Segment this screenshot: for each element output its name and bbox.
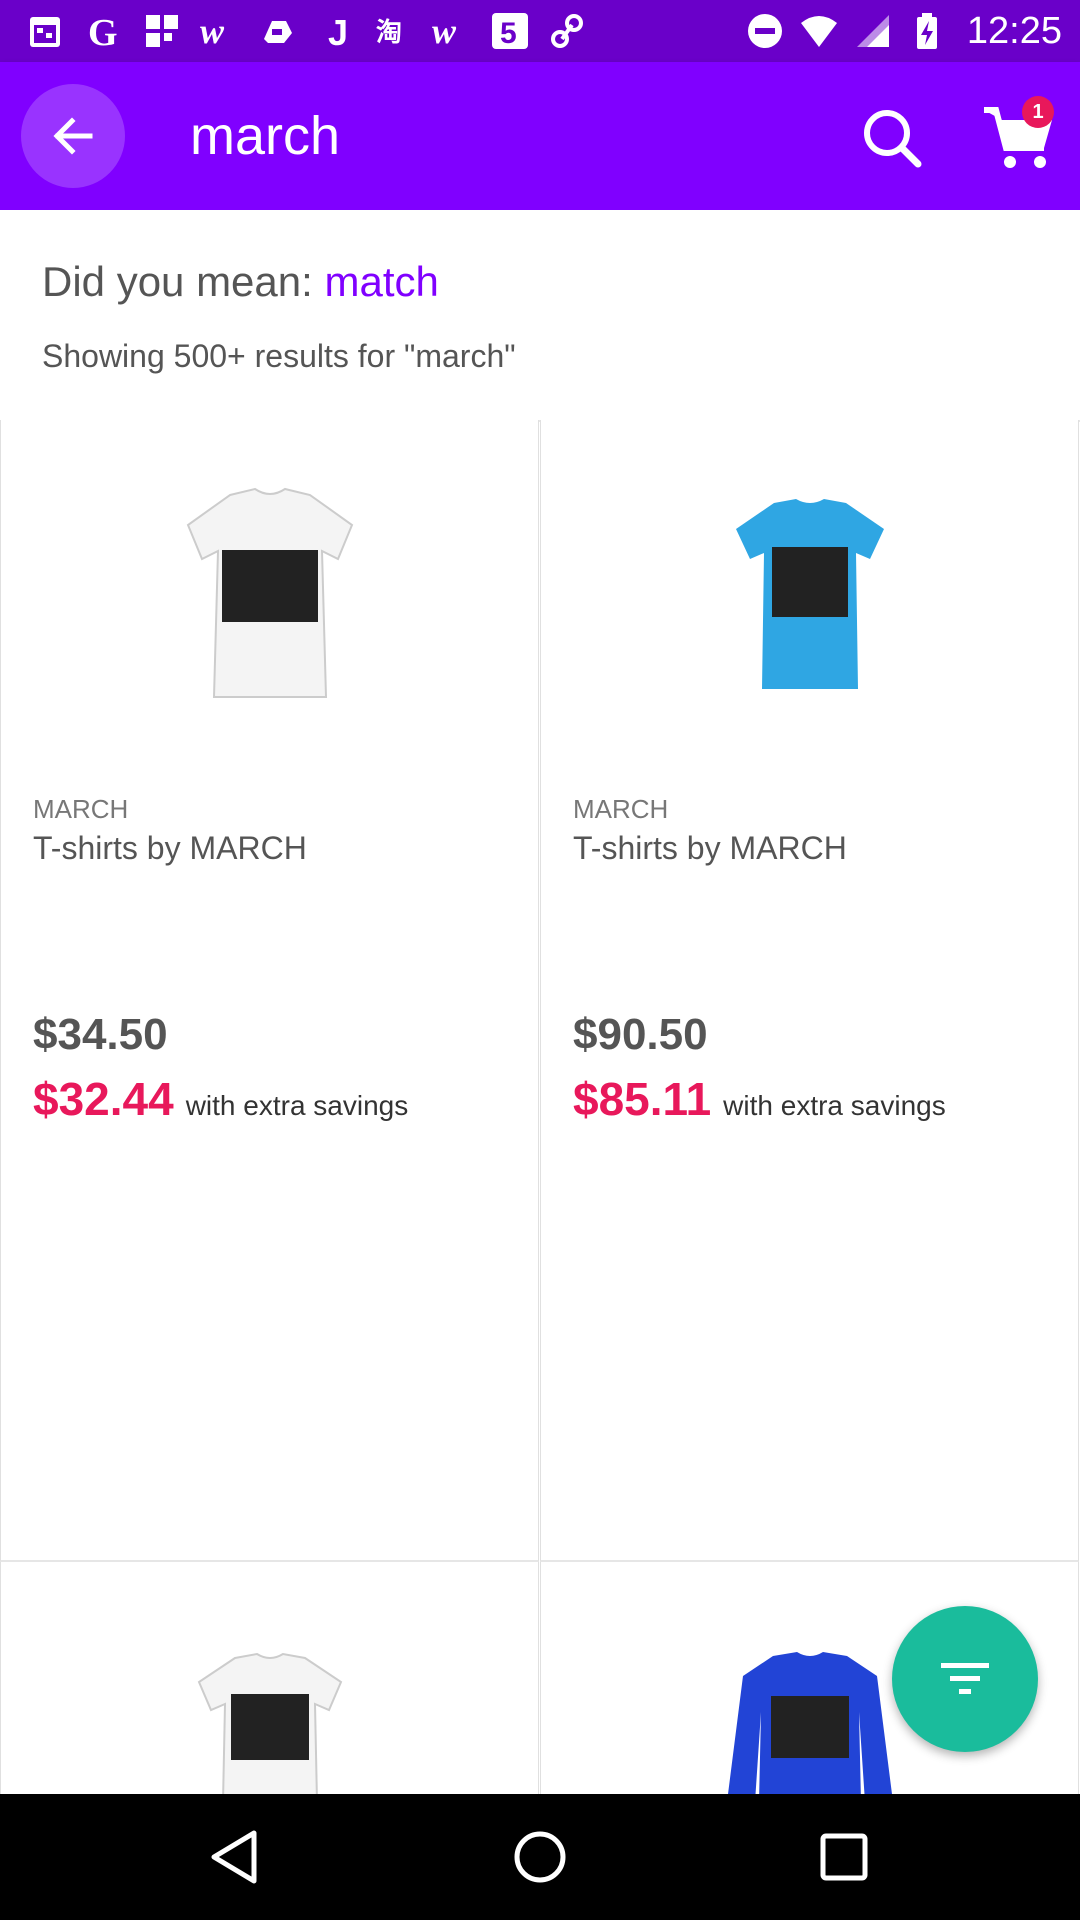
svg-text:淘: 淘 (376, 18, 402, 48)
tshirt-image (197, 1652, 342, 1802)
w-app-icon: w (200, 11, 240, 51)
search-query[interactable]: march (190, 106, 340, 166)
wifi-icon (799, 11, 839, 51)
signal-icon (853, 11, 893, 51)
back-button[interactable] (21, 84, 125, 188)
cart-count-badge: 1 (1022, 96, 1054, 128)
search-button[interactable] (856, 102, 926, 172)
nav-home-button[interactable] (507, 1824, 573, 1890)
cart-button[interactable]: 1 (980, 96, 1060, 176)
svg-text:G: G (88, 12, 118, 51)
search-icon (864, 110, 922, 168)
link-app-icon (548, 11, 588, 51)
product-name[interactable]: T-shirts by MARCH (33, 830, 307, 867)
suggested-query-link[interactable]: match (324, 258, 438, 305)
search-suggestion: Did you mean: match Showing 500+ results… (0, 210, 1080, 422)
product-name[interactable]: T-shirts by MARCH (573, 830, 847, 867)
product-image[interactable] (1, 420, 538, 770)
grid-app-icon (142, 11, 182, 51)
filter-button[interactable] (892, 1606, 1038, 1752)
did-you-mean-label: Did you mean: (42, 258, 325, 305)
svg-text:J: J (328, 12, 348, 51)
google-icon: G (84, 11, 124, 51)
nav-recents-button[interactable] (811, 1824, 877, 1890)
system-nav-bar (0, 1794, 1080, 1920)
number-5-app-icon: 5 (490, 11, 530, 51)
filter-icon (941, 1663, 989, 1694)
battery-charging-icon (907, 11, 947, 51)
sale-price: $32.44 (33, 1073, 174, 1125)
taobao-icon: 淘 (374, 11, 414, 51)
sale-price-row: $85.11 with extra savings (573, 1072, 946, 1126)
sale-price: $85.11 (573, 1073, 712, 1125)
circle-home-icon (514, 1831, 566, 1883)
sale-note: with extra savings (723, 1090, 946, 1121)
triangle-back-icon (211, 1830, 257, 1884)
arrow-left-icon (53, 117, 93, 155)
calendar-icon (26, 11, 66, 51)
sale-price-row: $32.44 with extra savings (33, 1072, 408, 1126)
sweater-image (726, 1652, 893, 1802)
j-app-icon: J (316, 11, 356, 51)
system-status: 12:25 (745, 8, 1062, 54)
clock: 12:25 (966, 9, 1062, 52)
w2-app-icon: w (432, 11, 472, 51)
svg-text:w: w (200, 11, 225, 51)
app-bar: march 1 (0, 62, 1080, 210)
product-card[interactable]: MARCH T-shirts by MARCH $90.50 $85.11 wi… (540, 420, 1079, 1562)
product-image[interactable] (541, 420, 1078, 770)
cloud-app-icon (258, 11, 298, 51)
notification-icons: G w J 淘 w 5 (26, 8, 588, 54)
status-bar: G w J 淘 w 5 12:25 (0, 0, 1080, 62)
tshirt-image (186, 487, 353, 698)
product-price: $34.50 (33, 1010, 168, 1059)
product-brand: MARCH (573, 794, 669, 824)
svg-text:5: 5 (500, 17, 517, 50)
product-card[interactable]: MARCH T-shirts by MARCH $34.50 $32.44 wi… (0, 420, 539, 1562)
sale-note: with extra savings (185, 1090, 409, 1121)
product-brand: MARCH (33, 794, 129, 824)
nav-back-button[interactable] (203, 1824, 269, 1890)
product-price: $90.50 (573, 1010, 708, 1059)
results-count: Showing 500+ results for "march" (42, 338, 516, 374)
svg-text:w: w (432, 11, 457, 51)
square-recents-icon (820, 1833, 868, 1881)
did-you-mean: Did you mean: match (42, 258, 439, 306)
tshirt-image (735, 499, 884, 689)
do-not-disturb-icon (745, 11, 785, 51)
